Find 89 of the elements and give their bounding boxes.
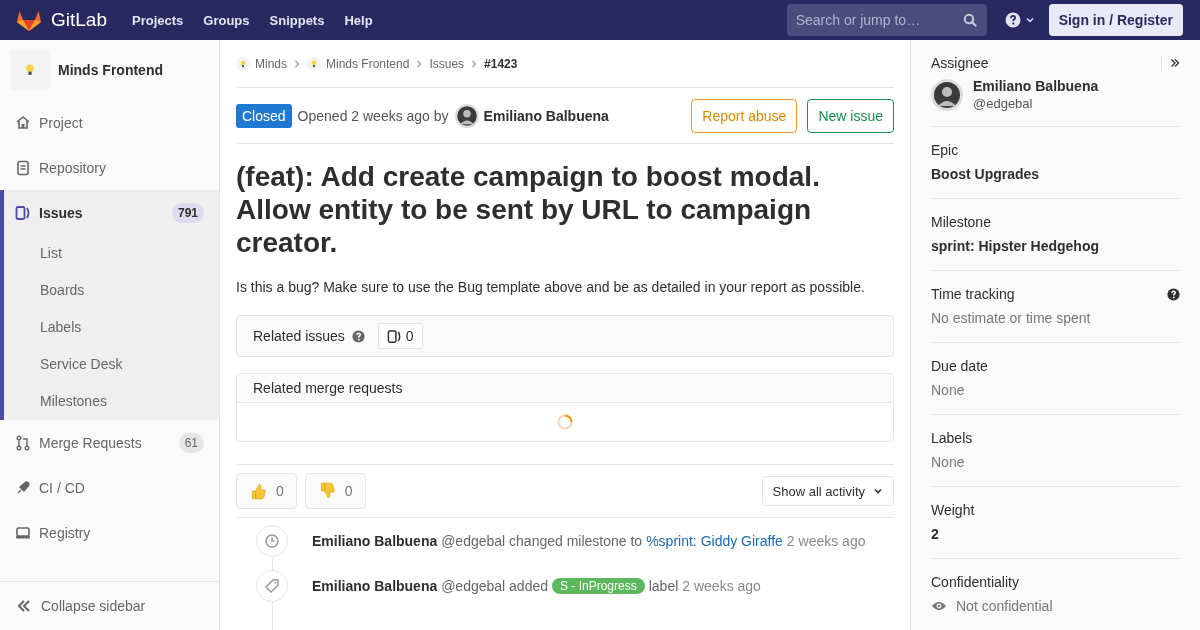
sidebar-subitem[interactable]: Labels <box>4 309 219 346</box>
issue-count-badge: 0 <box>377 323 423 349</box>
double-chevron-right-icon <box>1170 58 1180 68</box>
note-text: Emiliano Balbuena @edgebal changed milestone to <box>312 532 643 549</box>
sidebar-item[interactable]: Merge Requests 61 <box>0 420 219 465</box>
issue-title: (feat): Add create campaign to boost modal. Allow entity to be sent by URL to campaign creator. <box>236 160 821 259</box>
new-issue-button[interactable]: New issue <box>807 98 894 133</box>
thumbs-up-button[interactable]: 0 <box>236 473 297 509</box>
chevron-down-icon <box>873 486 883 496</box>
search-icon <box>962 13 977 27</box>
note-text: Emiliano Balbuena @edgebal added <box>312 577 548 594</box>
help-dropdown[interactable] <box>1004 12 1035 28</box>
lightbulb-icon <box>236 56 250 71</box>
fox-icon <box>16 8 42 32</box>
nav-link[interactable]: Projects <box>132 12 184 28</box>
help-icon <box>1004 12 1021 28</box>
note-time: 2 weeks ago <box>786 532 866 549</box>
thumbs-down-button[interactable]: 0 <box>304 473 366 509</box>
issues-icon <box>386 328 402 344</box>
project-name[interactable]: Minds Frontend <box>58 62 163 78</box>
note-time: 2 weeks ago <box>682 577 761 594</box>
breadcrumb-link[interactable]: Issues <box>429 56 465 71</box>
collapse-sidebar-button[interactable]: Collapse sidebar <box>0 581 219 630</box>
lightbulb-icon <box>307 56 321 71</box>
nav-link[interactable]: Groups <box>203 12 250 28</box>
sidebar-value: Boost Upgrades <box>931 166 1040 182</box>
thumbs-up-icon <box>249 482 267 500</box>
sidebar-value: sprint: Hipster Hedgehog <box>931 238 1099 254</box>
sidebar-label: Assignee <box>931 55 989 71</box>
laptop-icon <box>15 524 31 541</box>
eye-icon <box>931 600 947 612</box>
avatar-icon <box>454 103 479 128</box>
sidebar-item[interactable]: Project <box>0 100 219 145</box>
sidebar-item[interactable]: Issues 791 <box>4 190 219 235</box>
sidebar-item[interactable]: Repository <box>0 145 219 190</box>
count-badge: 791 <box>171 202 204 223</box>
sidebar-value: None <box>931 382 965 398</box>
sidebar-label: Due date <box>931 358 988 374</box>
chevron-right-icon <box>415 59 424 68</box>
double-chevron-left-icon <box>16 598 32 614</box>
count-badge: 61 <box>178 432 204 453</box>
breadcrumb-link[interactable]: Minds Frontend <box>307 56 410 71</box>
merge-request-icon <box>15 434 31 451</box>
status-badge: Closed <box>236 103 292 128</box>
note-text: label <box>648 577 679 594</box>
sidebar-label: Milestone <box>931 214 991 230</box>
issues-icon <box>15 204 31 221</box>
sidebar-subitem[interactable]: Milestones <box>4 383 219 420</box>
sidebar-value: Not confidential <box>956 598 1053 614</box>
help-icon <box>351 329 365 343</box>
activity-filter-dropdown[interactable]: Show all activity <box>761 476 894 506</box>
avatar-icon <box>931 78 963 111</box>
sidebar-item[interactable]: Registry <box>0 510 219 555</box>
sidebar-subitem[interactable]: Service Desk <box>4 346 219 383</box>
issue-description: Is this a bug? Make sure to use the Bug template above and be as detailed in your report as possible. <box>236 279 866 295</box>
clock-icon <box>264 532 280 549</box>
sidebar-label: Labels <box>931 430 973 446</box>
sidebar-label: Weight <box>931 502 975 518</box>
sidebar-subitem[interactable]: List <box>4 235 219 272</box>
sidebar-label: Confidentiality <box>931 574 1019 590</box>
search-field[interactable]: Search or jump to… <box>786 4 987 36</box>
caret-icon <box>1024 15 1035 25</box>
sidebar-item[interactable]: CI / CD <box>0 465 219 510</box>
nav-link[interactable]: Help <box>344 12 373 28</box>
breadcrumb-link[interactable]: #1423 <box>484 56 518 71</box>
chevron-right-icon <box>293 59 301 68</box>
rocket-icon <box>15 479 31 496</box>
milestone-link[interactable]: %sprint: Giddy Giraffe <box>646 532 783 549</box>
tag-icon <box>264 577 280 594</box>
sign-in-button[interactable]: Sign in / Register <box>1048 4 1183 36</box>
home-icon <box>15 114 31 131</box>
issue-meta-text: Opened 2 weeks ago by <box>297 107 449 124</box>
gitlab-logo[interactable]: GitLab <box>16 8 107 32</box>
assignee-name: Emiliano Balbuena <box>973 78 1099 94</box>
document-icon <box>15 159 31 176</box>
sidebar-value: No estimate or time spent <box>931 310 1091 326</box>
nav-link[interactable]: Snippets <box>269 12 325 28</box>
sidebar-subitem[interactable]: Boards <box>4 272 219 309</box>
sidebar-label: Time tracking <box>931 286 1015 302</box>
card-title: Related issues <box>253 328 345 344</box>
chevron-right-icon <box>470 59 479 68</box>
sidebar-value: 2 <box>931 526 939 542</box>
sidebar-value: None <box>931 454 965 470</box>
collapse-panel-button[interactable] <box>1161 55 1180 71</box>
help-icon <box>1167 287 1180 301</box>
sidebar-label: Epic <box>931 142 959 158</box>
breadcrumb-link[interactable]: Minds <box>236 56 287 71</box>
assignee-username: @edgebal <box>973 96 1034 111</box>
author-link[interactable]: Emiliano Balbuena <box>454 103 609 128</box>
